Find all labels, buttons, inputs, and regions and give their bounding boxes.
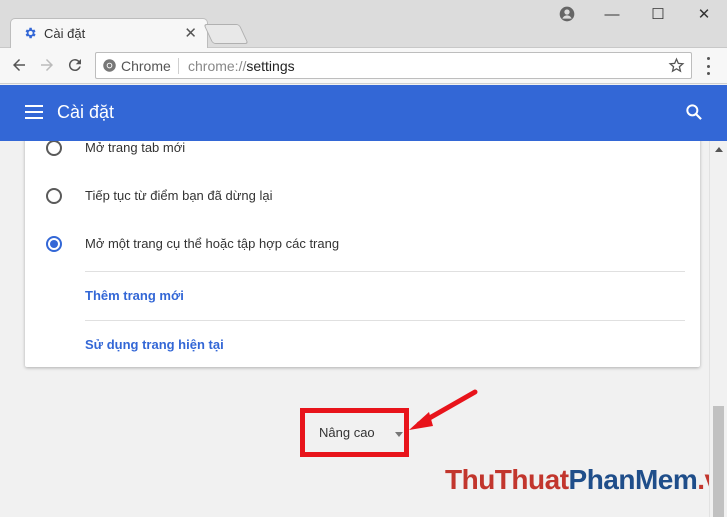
address-bar[interactable]: Chrome chrome://settings [95, 52, 692, 79]
watermark-part1: ThuThuat [445, 464, 569, 495]
startup-option-new-tab[interactable]: Mở trang tab mới [25, 141, 700, 162]
gear-icon [25, 27, 36, 39]
url-scheme: chrome:// [188, 58, 247, 74]
annotation-arrow [409, 389, 478, 430]
radio-button[interactable] [46, 188, 62, 204]
close-window-icon[interactable]: ✕ [684, 2, 724, 26]
divider [85, 271, 685, 272]
radio-label: Mở một trang cụ thể hoặc tập hợp các tra… [85, 236, 340, 251]
browser-toolbar: Chrome chrome://settings [0, 48, 727, 84]
settings-content: Mở trang tab mới Tiếp tục từ điểm bạn đã… [0, 141, 709, 517]
search-icon[interactable] [684, 102, 704, 122]
watermark-part2: PhanMem [568, 464, 698, 495]
divider [85, 320, 685, 321]
add-page-link[interactable]: Thêm trang mới [85, 288, 184, 303]
omnibox-chip: Chrome [121, 58, 171, 74]
user-icon[interactable] [559, 6, 575, 22]
omnibox-separator [178, 58, 179, 74]
menu-icon[interactable] [25, 105, 43, 119]
close-icon[interactable]: ✕ [184, 24, 197, 42]
chrome-logo-icon [103, 59, 116, 72]
scroll-up-icon[interactable] [715, 147, 723, 152]
startup-option-continue[interactable]: Tiếp tục từ điểm bạn đã dừng lại [25, 182, 700, 210]
new-tab-button[interactable] [203, 24, 249, 44]
tab-title: Cài đặt [44, 26, 86, 41]
title-bar: Cài đặt ✕ — ☐ ✕ [0, 0, 727, 48]
url-path: settings [246, 58, 295, 74]
radio-button-checked[interactable] [46, 236, 62, 252]
radio-label: Mở trang tab mới [85, 141, 186, 155]
advanced-button[interactable]: Nâng cao [300, 408, 409, 457]
scrollbar[interactable] [709, 141, 727, 517]
url-text[interactable]: chrome://settings [188, 58, 295, 74]
maximize-icon[interactable]: ☐ [638, 2, 678, 26]
tab-settings[interactable]: Cài đặt ✕ [10, 18, 208, 48]
startup-card: Mở trang tab mới Tiếp tục từ điểm bạn đã… [25, 141, 700, 367]
radio-button[interactable] [46, 141, 62, 156]
advanced-label: Nâng cao [319, 425, 375, 440]
more-vert-icon[interactable] [700, 57, 716, 75]
back-arrow-icon[interactable] [8, 54, 30, 76]
forward-arrow-icon[interactable] [36, 54, 58, 76]
startup-option-specific-pages[interactable]: Mở một trang cụ thể hoặc tập hợp các tra… [25, 230, 700, 258]
minimize-icon[interactable]: — [592, 2, 632, 26]
use-current-pages-link[interactable]: Sử dụng trang hiện tại [85, 337, 224, 352]
radio-label: Tiếp tục từ điểm bạn đã dừng lại [85, 188, 273, 203]
settings-header: Cài đặt [0, 85, 727, 141]
scrollbar-thumb[interactable] [713, 406, 724, 517]
watermark-part3: .vn [697, 464, 709, 495]
watermark: ThuThuatPhanMem.vn [445, 464, 709, 496]
chevron-down-icon [395, 432, 403, 437]
star-icon[interactable] [668, 57, 685, 74]
reload-icon[interactable] [64, 54, 86, 76]
page-title: Cài đặt [57, 102, 115, 122]
